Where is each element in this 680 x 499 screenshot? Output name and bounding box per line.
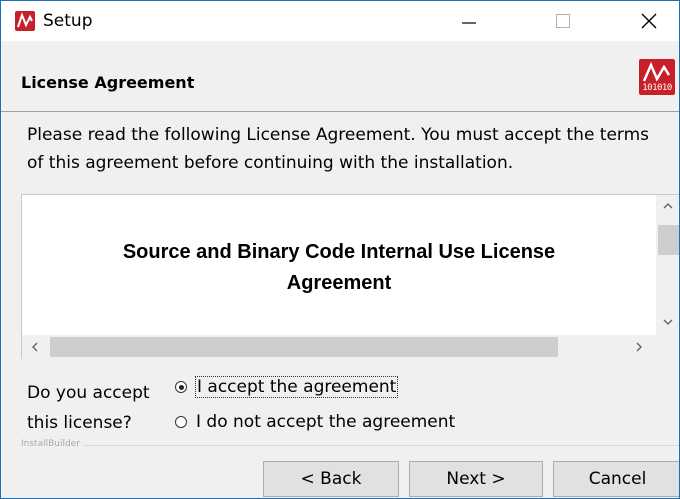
- minimize-icon: [462, 22, 476, 24]
- radio-reject-label[interactable]: I do not accept the agreement: [196, 412, 455, 432]
- next-button[interactable]: Next >: [409, 461, 543, 497]
- license-content: Source and Binary Code Internal Use Lice…: [22, 195, 656, 335]
- scroll-left-button[interactable]: [24, 335, 46, 359]
- license-heading: Source and Binary Code Internal Use Lice…: [22, 237, 656, 299]
- logo-text: 101010: [642, 83, 672, 93]
- close-icon: [641, 13, 657, 29]
- minimize-button[interactable]: [441, 1, 497, 41]
- horizontal-scroll-thumb[interactable]: [50, 337, 558, 357]
- app-logo-icon: [15, 11, 35, 31]
- page-header: License Agreement 101010: [1, 41, 679, 111]
- back-button[interactable]: < Back: [263, 461, 399, 497]
- radio-accept-agreement[interactable]: I accept the agreement: [175, 374, 399, 400]
- installbuilder-brand: InstallBuilder: [21, 439, 83, 449]
- accept-question-line1: Do you accept: [27, 383, 150, 403]
- chevron-down-icon: [663, 319, 673, 325]
- scroll-up-button[interactable]: [656, 195, 679, 217]
- header-divider: [1, 111, 679, 112]
- chevron-up-icon: [663, 203, 673, 209]
- license-heading-line2: Agreement: [286, 272, 392, 294]
- close-button[interactable]: [621, 1, 677, 41]
- scroll-down-button[interactable]: [656, 311, 679, 333]
- header-logo: 101010: [639, 59, 675, 95]
- radio-button-unchecked[interactable]: [175, 416, 187, 428]
- maximize-button[interactable]: [535, 1, 591, 41]
- horizontal-scrollbar[interactable]: [22, 335, 679, 359]
- accept-question: Do you accept this license?: [27, 378, 150, 438]
- maximize-icon: [556, 14, 570, 28]
- license-heading-line1: Source and Binary Code Internal Use Lice…: [122, 241, 556, 263]
- page-title: License Agreement: [21, 73, 195, 92]
- chevron-left-icon: [32, 342, 38, 352]
- title-bar[interactable]: Setup: [1, 1, 679, 41]
- scroll-right-button[interactable]: [628, 335, 650, 359]
- window-title: Setup: [43, 11, 93, 31]
- radio-reject-agreement[interactable]: I do not accept the agreement: [175, 409, 455, 435]
- radio-button-checked[interactable]: [175, 381, 187, 393]
- radio-accept-label[interactable]: I accept the agreement: [194, 376, 399, 398]
- footer-divider: [21, 445, 679, 446]
- setup-window: Setup License Agreement 101010 Please re…: [0, 0, 680, 499]
- accept-question-line2: this license?: [27, 413, 132, 433]
- cancel-button[interactable]: Cancel: [553, 461, 679, 497]
- license-text-area[interactable]: Source and Binary Code Internal Use Lice…: [21, 194, 679, 359]
- vertical-scrollbar[interactable]: [656, 195, 679, 335]
- vertical-scroll-thumb[interactable]: [658, 225, 679, 255]
- intro-text: Please read the following License Agreem…: [27, 125, 650, 173]
- chevron-right-icon: [636, 342, 642, 352]
